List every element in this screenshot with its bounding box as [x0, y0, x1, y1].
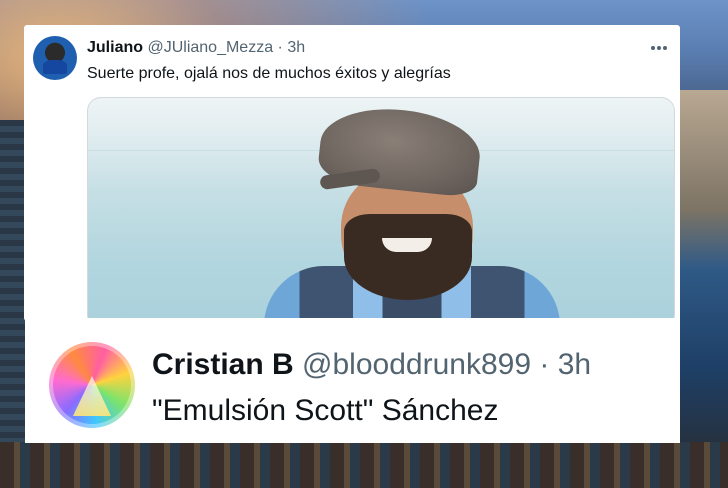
background-stands-right [678, 90, 728, 488]
timestamp[interactable]: 3h [287, 39, 305, 56]
tweet-card-2: Cristian B @blooddrunk899 · 3h "Emulsión… [25, 318, 680, 443]
tweet-header: Juliano @JUliano_Mezza · 3h [87, 39, 305, 57]
more-horizontal-icon[interactable] [650, 35, 668, 56]
tweet-card-1: Juliano @JUliano_Mezza · 3h Suerte profe… [24, 25, 680, 321]
avatar[interactable] [33, 36, 77, 80]
display-name[interactable]: Cristian B [152, 348, 294, 381]
handle[interactable]: @JUliano_Mezza [147, 39, 273, 56]
separator: · [539, 348, 550, 381]
tweet-media-photo[interactable] [87, 97, 675, 321]
tweet-header: Cristian B @blooddrunk899 · 3h [152, 348, 591, 382]
photo-person-smile [382, 238, 432, 252]
background-field [0, 442, 728, 488]
tweet-text: Suerte profe, ojalá nos de muchos éxitos… [87, 65, 451, 82]
separator: · [277, 39, 283, 56]
handle[interactable]: @blooddrunk899 [302, 348, 531, 381]
display-name[interactable]: Juliano [87, 39, 143, 56]
avatar[interactable] [49, 342, 135, 428]
tweet-text: "Emulsión Scott" Sánchez [152, 394, 499, 427]
timestamp[interactable]: 3h [558, 348, 591, 381]
photo-person-beard [344, 214, 472, 300]
